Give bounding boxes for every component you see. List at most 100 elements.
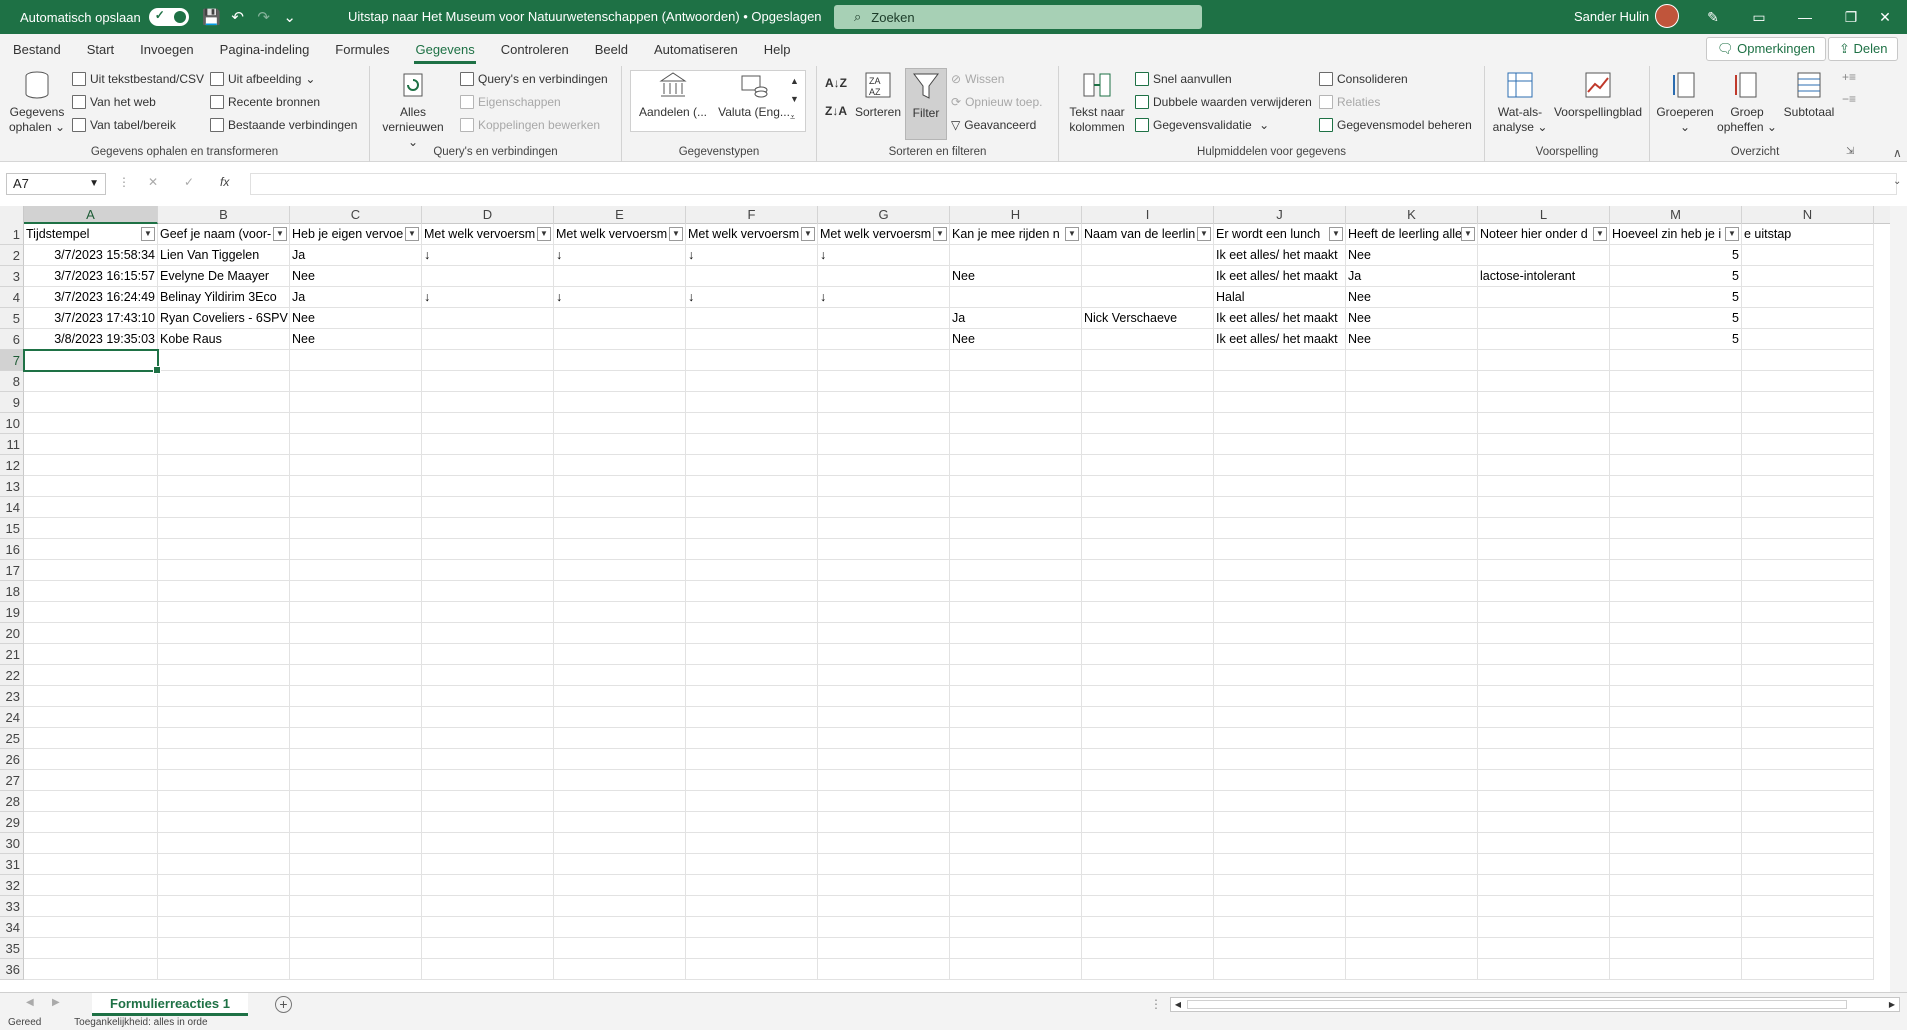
table-cell[interactable]: 5 [1610,308,1742,329]
table-cell[interactable] [686,308,818,329]
get-data-button[interactable]: Gegevens ophalen ⌄ [6,68,68,135]
row-header[interactable]: 30 [0,833,24,854]
empty-cell[interactable] [1742,707,1874,728]
empty-cell[interactable] [290,350,422,371]
empty-cell[interactable] [1214,875,1346,896]
empty-cell[interactable] [24,392,158,413]
table-cell[interactable] [818,308,950,329]
empty-cell[interactable] [158,938,290,959]
empty-cell[interactable] [1742,434,1874,455]
empty-cell[interactable] [1742,791,1874,812]
row-header[interactable]: 11 [0,434,24,455]
empty-cell[interactable] [1478,581,1610,602]
empty-cell[interactable] [422,455,554,476]
empty-cell[interactable] [1214,497,1346,518]
empty-cell[interactable] [1478,791,1610,812]
empty-cell[interactable] [1478,350,1610,371]
empty-cell[interactable] [1346,560,1478,581]
empty-cell[interactable] [1742,623,1874,644]
subtotal-button[interactable]: Subtotaal [1778,68,1840,120]
empty-cell[interactable] [1478,602,1610,623]
pen-icon[interactable]: ✎ [1690,0,1736,34]
empty-cell[interactable] [950,371,1082,392]
empty-cell[interactable] [554,497,686,518]
vertical-scrollbar[interactable] [1890,206,1907,992]
empty-cell[interactable] [1742,497,1874,518]
table-cell[interactable] [686,329,818,350]
empty-cell[interactable] [554,917,686,938]
empty-cell[interactable] [1610,455,1742,476]
empty-cell[interactable] [1214,665,1346,686]
empty-cell[interactable] [1478,686,1610,707]
table-cell[interactable] [422,329,554,350]
empty-cell[interactable] [290,413,422,434]
table-cell[interactable]: lactose-intolerant [1478,266,1610,287]
what-if-button[interactable]: Wat-als-analyse ⌄ [1489,68,1551,135]
empty-cell[interactable] [1478,770,1610,791]
empty-cell[interactable] [1214,959,1346,980]
empty-cell[interactable] [554,686,686,707]
filter-dropdown-icon[interactable]: ▼ [1065,227,1079,241]
empty-cell[interactable] [950,812,1082,833]
share-button[interactable]: ⇪ Delen [1828,37,1899,61]
empty-cell[interactable] [686,518,818,539]
table-header-cell[interactable]: Heb je eigen vervoe [290,224,422,245]
empty-cell[interactable] [1610,602,1742,623]
empty-cell[interactable] [290,455,422,476]
row-header[interactable]: 12 [0,455,24,476]
empty-cell[interactable] [1082,392,1214,413]
empty-cell[interactable] [554,350,686,371]
empty-cell[interactable] [818,938,950,959]
empty-cell[interactable] [1742,602,1874,623]
more-options-icon[interactable]: ⋮ [118,175,130,189]
insert-function-icon[interactable]: fx [220,175,229,189]
horizontal-scrollbar[interactable]: ◀ ▶ [1170,997,1900,1012]
autosave-toggle[interactable] [148,8,189,26]
empty-cell[interactable] [818,497,950,518]
empty-cell[interactable] [1610,833,1742,854]
filter-dropdown-icon[interactable]: ▼ [933,227,947,241]
avatar[interactable] [1655,4,1679,28]
filter-dropdown-icon[interactable]: ▼ [1329,227,1343,241]
row-header[interactable]: 16 [0,539,24,560]
empty-cell[interactable] [1214,392,1346,413]
empty-cell[interactable] [950,686,1082,707]
empty-cell[interactable] [1742,392,1874,413]
empty-cell[interactable] [686,854,818,875]
menu-tab-controleren[interactable]: Controleren [488,34,582,66]
empty-cell[interactable] [950,350,1082,371]
empty-cell[interactable] [24,434,158,455]
empty-cell[interactable] [1346,917,1478,938]
empty-cell[interactable] [1346,833,1478,854]
empty-cell[interactable] [1346,413,1478,434]
empty-cell[interactable] [422,518,554,539]
empty-cell[interactable] [1478,455,1610,476]
empty-cell[interactable] [1346,644,1478,665]
row-header[interactable]: 25 [0,728,24,749]
empty-cell[interactable] [818,434,950,455]
empty-cell[interactable] [950,476,1082,497]
empty-cell[interactable] [1346,812,1478,833]
empty-cell[interactable] [1346,875,1478,896]
row-header[interactable]: 7 [0,350,24,371]
empty-cell[interactable] [950,644,1082,665]
row-header[interactable]: 36 [0,959,24,980]
table-header-cell[interactable]: Naam van de leerlin [1082,224,1214,245]
empty-cell[interactable] [686,728,818,749]
empty-cell[interactable] [24,833,158,854]
row-header[interactable]: 28 [0,791,24,812]
row-header[interactable]: 24 [0,707,24,728]
empty-cell[interactable] [818,665,950,686]
ungroup-button[interactable]: Groep opheffen ⌄ [1716,68,1778,135]
empty-cell[interactable] [1610,665,1742,686]
empty-cell[interactable] [818,602,950,623]
empty-cell[interactable] [158,959,290,980]
table-cell[interactable]: 5 [1610,245,1742,266]
empty-cell[interactable] [422,413,554,434]
empty-cell[interactable] [1610,581,1742,602]
table-cell[interactable]: Nee [950,329,1082,350]
empty-cell[interactable] [1346,728,1478,749]
empty-cell[interactable] [24,518,158,539]
recent-sources-button[interactable]: Recente bronnen [210,95,320,109]
table-cell[interactable]: Ik eet alles/ het maakt [1214,329,1346,350]
